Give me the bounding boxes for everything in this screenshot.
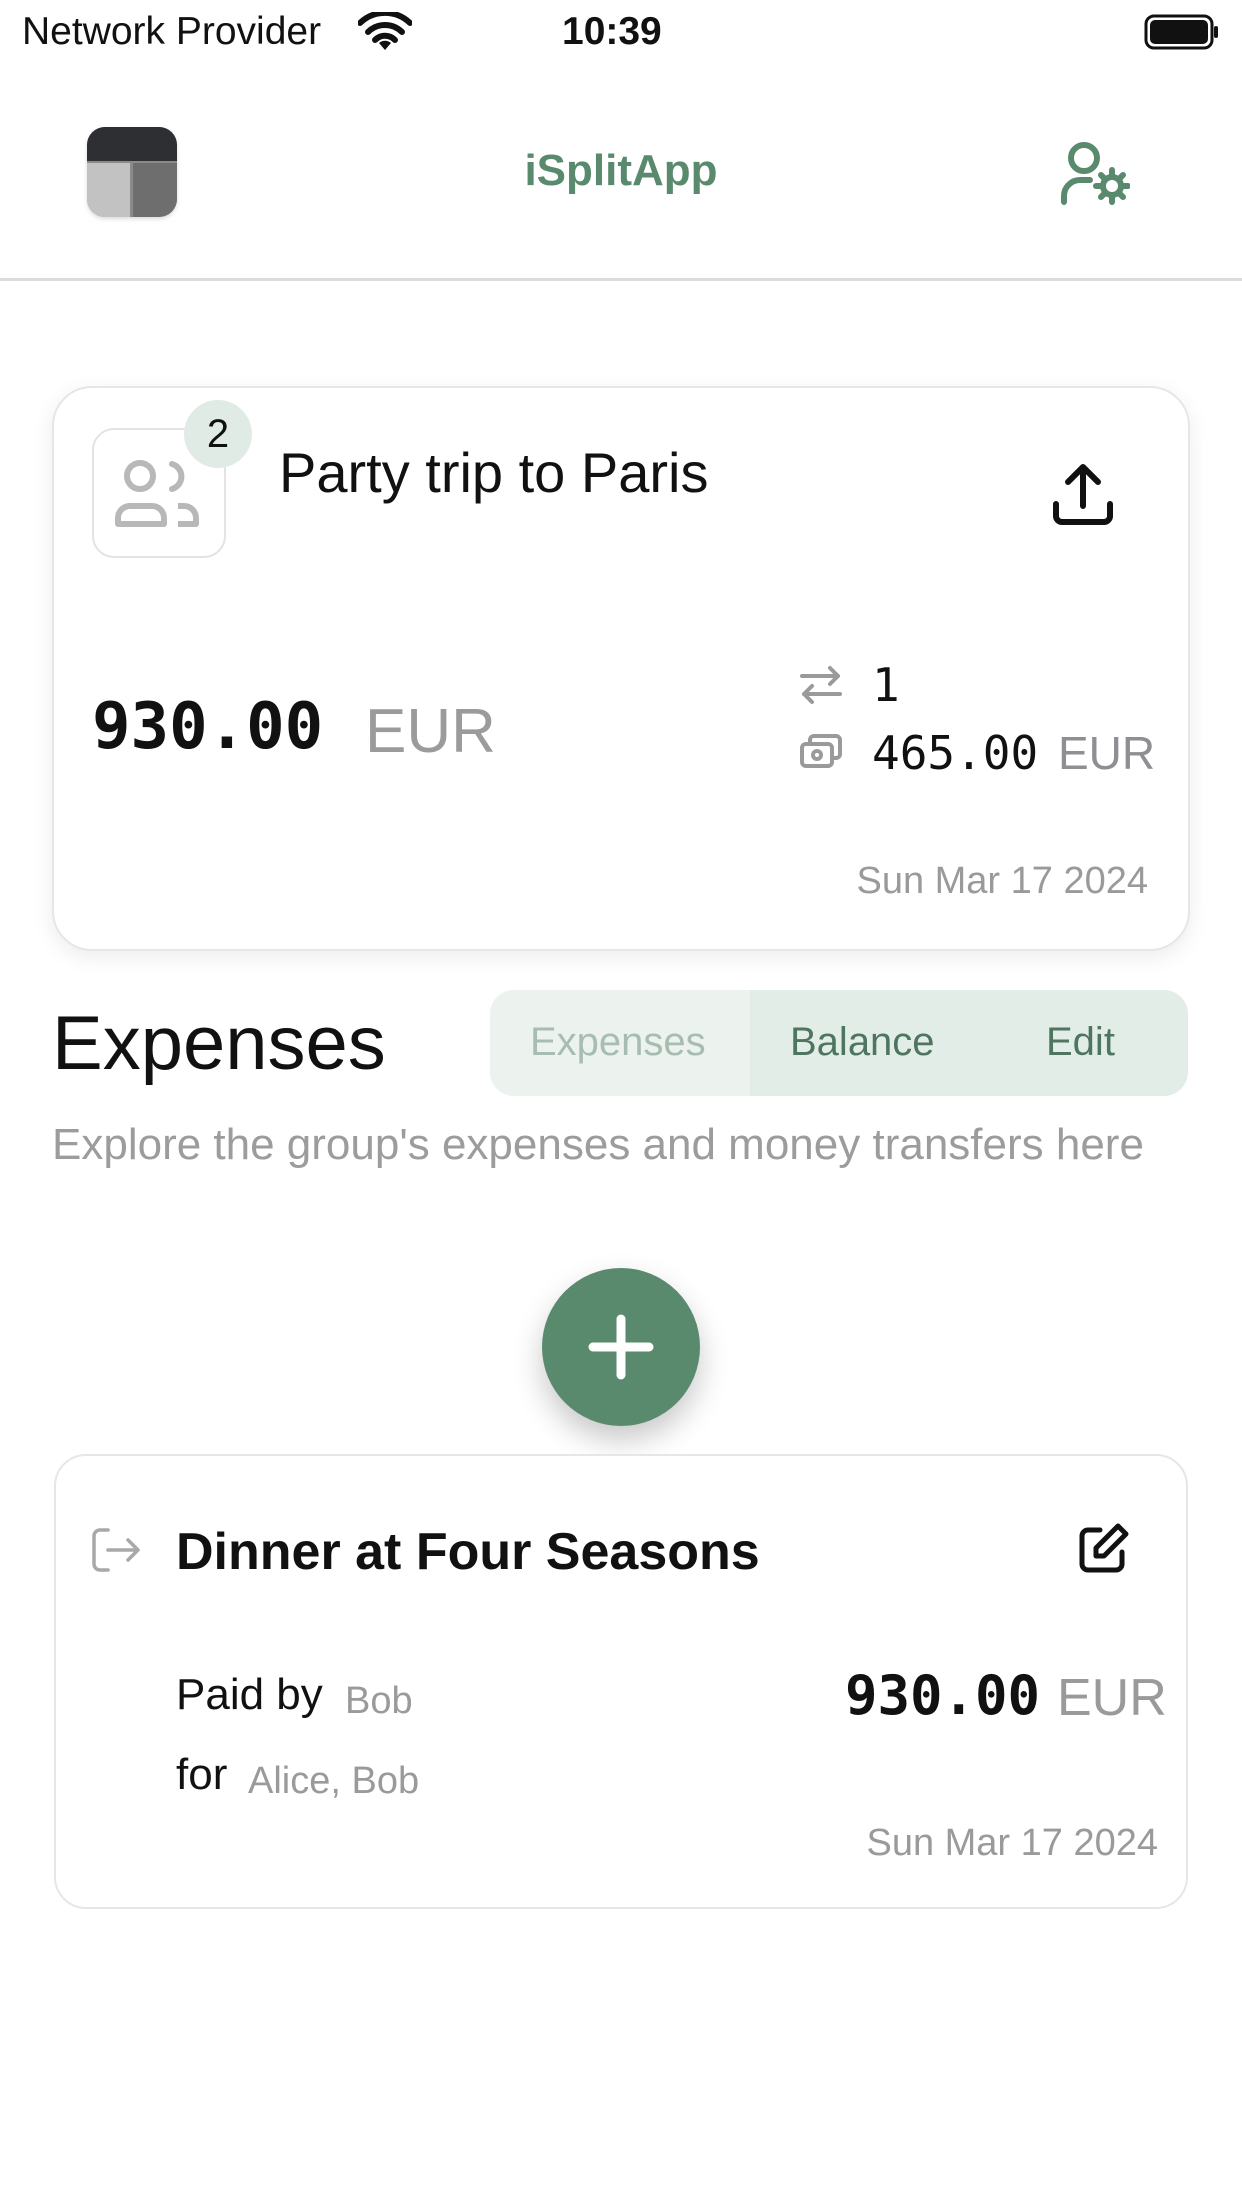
- expense-title: Dinner at Four Seasons: [176, 1523, 760, 1581]
- paid-by-label: Paid by: [176, 1670, 323, 1719]
- edit-icon[interactable]: [1076, 1520, 1132, 1576]
- group-name: Party trip to Paris: [279, 441, 709, 504]
- tab-balance[interactable]: Balance: [790, 1020, 935, 1065]
- section-description: Explore the group's expenses and money t…: [52, 1120, 1144, 1169]
- per-person-amount: 465.00: [872, 726, 1039, 780]
- transfers-count: 1: [872, 658, 900, 712]
- plus-icon: [588, 1314, 654, 1380]
- tab-edit[interactable]: Edit: [1046, 1020, 1115, 1065]
- group-total-currency: EUR: [365, 697, 496, 766]
- tab-expenses[interactable]: Expenses: [530, 1020, 706, 1065]
- header-divider: [0, 278, 1242, 281]
- member-count-badge: 2: [184, 400, 252, 468]
- logout-arrow-icon: [92, 1528, 140, 1572]
- app-title: iSplitApp: [524, 146, 718, 195]
- wifi-icon: [358, 12, 412, 50]
- arrows-exchange-icon: [800, 666, 842, 704]
- group-date: Sun Mar 17 2024: [856, 860, 1148, 902]
- expense-date: Sun Mar 17 2024: [866, 1822, 1158, 1864]
- for-names: Alice, Bob: [248, 1760, 420, 1802]
- share-icon[interactable]: [1048, 460, 1118, 530]
- per-person-currency: EUR: [1058, 727, 1156, 779]
- add-expense-button[interactable]: [542, 1268, 700, 1426]
- expense-amount: 930.00: [845, 1664, 1041, 1727]
- expense-currency: EUR: [1057, 1669, 1167, 1727]
- for-label: for: [176, 1750, 228, 1799]
- status-carrier: Network Provider: [22, 10, 322, 53]
- cash-icon: [800, 734, 842, 768]
- status-time: 10:39: [562, 10, 662, 53]
- group-total-amount: 930.00: [92, 690, 324, 764]
- battery-icon: [1144, 14, 1218, 50]
- paid-by-name: Bob: [345, 1680, 413, 1722]
- user-settings-icon[interactable]: [1060, 140, 1130, 206]
- section-title: Expenses: [52, 1001, 386, 1086]
